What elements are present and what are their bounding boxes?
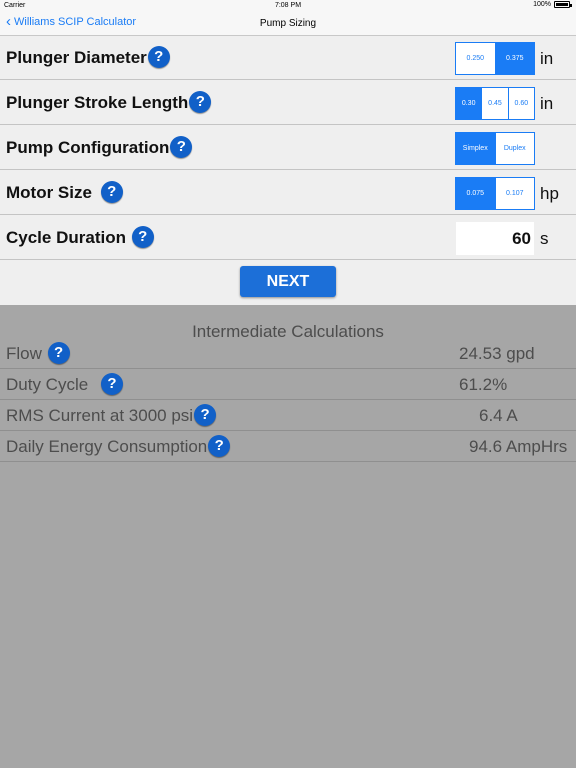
help-icon[interactable]: ? <box>100 181 123 204</box>
motor-size-option-0075[interactable]: 0.075 <box>456 178 496 209</box>
plunger-diameter-selector: 0.250 0.375 <box>455 42 535 75</box>
plunger-stroke-row: Plunger Stroke Length? 0.30 0.45 0.60 in <box>0 81 576 125</box>
battery-indicator: 100% <box>533 1 572 8</box>
duty-cycle-row: Duty Cycle ? 61.2% <box>0 369 576 400</box>
motor-size-row: Motor Size ? 0.075 0.107 hp <box>0 171 576 215</box>
plunger-stroke-option-030[interactable]: 0.30 <box>456 88 483 119</box>
help-icon[interactable]: ? <box>100 373 123 396</box>
help-icon[interactable]: ? <box>147 46 170 69</box>
next-button[interactable]: NEXT <box>240 266 336 297</box>
help-icon[interactable]: ? <box>131 226 154 249</box>
daily-energy-value: 94.6 AmpHrs <box>469 437 568 456</box>
pump-config-option-duplex[interactable]: Duplex <box>496 133 535 164</box>
pump-config-option-simplex[interactable]: Simplex <box>456 133 496 164</box>
plunger-diameter-label: Plunger Diameter? <box>6 46 170 69</box>
motor-size-label: Motor Size ? <box>6 181 123 204</box>
plunger-stroke-option-060[interactable]: 0.60 <box>509 88 534 119</box>
page-title: Pump Sizing <box>259 18 317 29</box>
clock: 7:08 PM <box>274 2 302 9</box>
duty-cycle-label: Duty Cycle ? <box>6 373 123 396</box>
rms-current-value: 6.4 A <box>479 406 518 425</box>
plunger-stroke-option-045[interactable]: 0.45 <box>482 88 509 119</box>
pump-sizing-form: Plunger Diameter? 0.250 0.375 in Plunger… <box>0 36 576 305</box>
motor-size-unit: hp <box>540 184 559 203</box>
pump-config-selector: Simplex Duplex <box>455 132 535 165</box>
plunger-stroke-unit: in <box>540 94 554 113</box>
daily-energy-row: Daily Energy Consumption? 94.6 AmpHrs <box>0 431 576 462</box>
plunger-diameter-unit: in <box>540 49 554 68</box>
help-icon[interactable]: ? <box>194 404 217 427</box>
flow-value: 24.53 gpd <box>459 344 535 363</box>
rms-current-label: RMS Current at 3000 psi? <box>6 404 217 427</box>
cycle-duration-input[interactable]: 60 <box>456 222 534 255</box>
flow-label: Flow ? <box>6 342 70 365</box>
rms-current-row: RMS Current at 3000 psi? 6.4 A <box>0 400 576 431</box>
plunger-stroke-selector: 0.30 0.45 0.60 <box>455 87 535 120</box>
plunger-diameter-row: Plunger Diameter? 0.250 0.375 in <box>0 36 576 80</box>
battery-icon <box>554 1 572 8</box>
navigation-bar: ‹ Williams SCIP Calculator Pump Sizing <box>0 12 576 36</box>
pump-config-row: Pump Configuration? Simplex Duplex <box>0 126 576 170</box>
plunger-stroke-label: Plunger Stroke Length? <box>6 91 212 114</box>
flow-row: Flow ? 24.53 gpd <box>0 338 576 369</box>
help-icon[interactable]: ? <box>47 342 70 365</box>
battery-percent: 100% <box>533 1 551 8</box>
motor-size-option-0107[interactable]: 0.107 <box>496 178 535 209</box>
help-icon[interactable]: ? <box>208 435 231 458</box>
status-bar: Carrier 7:08 PM 100% <box>0 0 576 12</box>
pump-config-label: Pump Configuration? <box>6 136 193 159</box>
cycle-duration-row: Cycle Duration ? 60 s <box>0 216 576 260</box>
cycle-duration-unit: s <box>540 229 549 248</box>
motor-size-selector: 0.075 0.107 <box>455 177 535 210</box>
help-icon[interactable]: ? <box>170 136 193 159</box>
daily-energy-label: Daily Energy Consumption? <box>6 435 231 458</box>
plunger-diameter-option-0375[interactable]: 0.375 <box>495 43 534 74</box>
duty-cycle-value: 61.2% <box>459 375 508 394</box>
cycle-duration-label: Cycle Duration ? <box>6 226 154 249</box>
help-icon[interactable]: ? <box>189 91 212 114</box>
plunger-diameter-option-0250[interactable]: 0.250 <box>456 43 496 74</box>
